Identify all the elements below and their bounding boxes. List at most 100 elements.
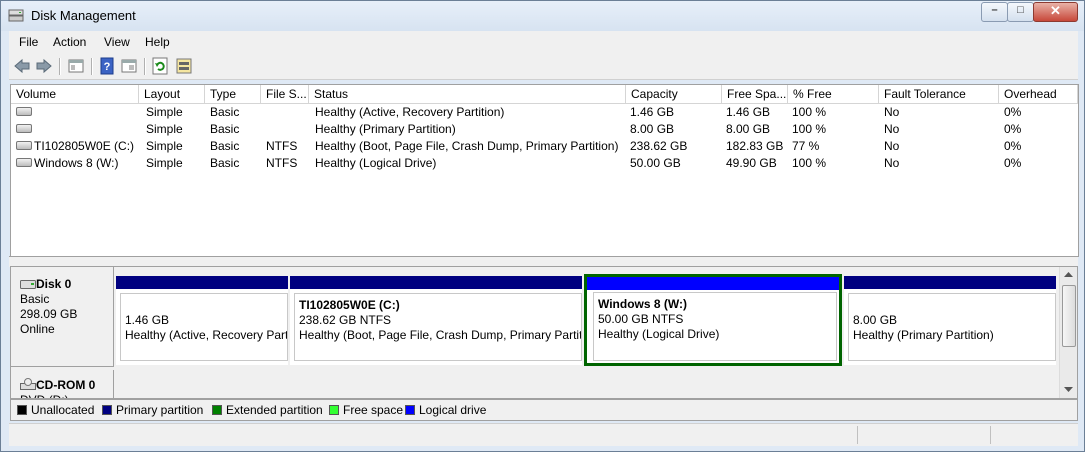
- volume-cell: TI102805W0E (C:): [11, 138, 139, 155]
- column-header-fault-tolerance[interactable]: Fault Tolerance: [879, 85, 999, 103]
- free-space-cell: 49.90 GB: [726, 156, 777, 170]
- disk-graphical-view: Disk 0 Basic 298.09 GB Online 1.46 GB He…: [10, 266, 1078, 399]
- menu-action[interactable]: Action: [53, 35, 86, 49]
- help-icon[interactable]: ?: [98, 57, 116, 75]
- cdrom-0-label[interactable]: CD-ROM 0 DVD (D:): [11, 370, 114, 398]
- legend-swatch: [405, 405, 415, 415]
- column-header-overhead[interactable]: Overhead: [999, 85, 1078, 103]
- legend-item: Logical drive: [405, 403, 486, 417]
- table-row[interactable]: Windows 8 (W:) Simple Basic NTFS Healthy…: [11, 155, 1078, 172]
- disk-view-scrollbar[interactable]: [1059, 267, 1077, 398]
- rescan-disks-icon[interactable]: [175, 57, 193, 75]
- percent-free-cell: 100 %: [792, 122, 827, 136]
- toolbar: ?: [9, 53, 1078, 80]
- column-header-type[interactable]: Type: [205, 85, 261, 103]
- volume-cell: [11, 121, 139, 138]
- fault-tolerance-cell: No: [884, 139, 900, 153]
- percent-free-cell: 100 %: [792, 105, 827, 119]
- table-row[interactable]: Simple Basic Healthy (Active, Recovery P…: [11, 104, 1078, 121]
- column-header-file-system[interactable]: File S...: [261, 85, 309, 103]
- table-row[interactable]: Simple Basic Healthy (Primary Partition)…: [11, 121, 1078, 138]
- console-tree-icon[interactable]: [67, 57, 85, 75]
- primary-partition-bar: [290, 276, 582, 289]
- forward-arrow-icon[interactable]: [35, 57, 53, 75]
- filesystem-cell: NTFS: [266, 139, 298, 153]
- layout-cell: Simple: [146, 122, 183, 136]
- column-header-volume[interactable]: Volume: [11, 85, 139, 103]
- fault-tolerance-cell: No: [884, 156, 900, 170]
- column-header-layout[interactable]: Layout: [139, 85, 205, 103]
- close-icon: ✕: [1050, 3, 1061, 18]
- fault-tolerance-cell: No: [884, 105, 900, 119]
- back-arrow-icon[interactable]: [13, 57, 31, 75]
- overhead-cell: 0%: [1004, 156, 1022, 170]
- drive-icon: [16, 124, 32, 134]
- legend: Unallocated Primary partition Extended p…: [10, 399, 1078, 421]
- legend-item: Primary partition: [102, 403, 203, 417]
- maximize-button[interactable]: □: [1007, 2, 1034, 22]
- volume-list: Volume Layout Type File S... Status Capa…: [10, 84, 1079, 257]
- partition-primary-8gb[interactable]: 8.00 GB Healthy (Primary Partition): [844, 276, 1056, 365]
- minimize-button[interactable]: –: [981, 2, 1008, 22]
- status-cell: Healthy (Primary Partition): [315, 122, 456, 136]
- type-cell: Basic: [210, 139, 240, 153]
- type-cell: Basic: [210, 105, 240, 119]
- drive-icon: [16, 141, 32, 151]
- scrollbar-thumb[interactable]: [1062, 285, 1076, 347]
- properties-icon[interactable]: [120, 57, 138, 75]
- menu-file[interactable]: File: [19, 35, 38, 49]
- free-space-cell: 182.83 GB: [726, 139, 784, 153]
- filesystem-cell: NTFS: [266, 156, 298, 170]
- capacity-cell: 238.62 GB: [630, 139, 688, 153]
- capacity-cell: 8.00 GB: [630, 122, 675, 136]
- type-cell: Basic: [210, 156, 240, 170]
- legend-swatch: [102, 405, 112, 415]
- table-row[interactable]: TI102805W0E (C:) Simple Basic NTFS Healt…: [11, 138, 1078, 155]
- volume-cell: [11, 104, 139, 121]
- capacity-cell: 50.00 GB: [630, 156, 681, 170]
- partition-status: Healthy (Primary Partition): [853, 328, 994, 342]
- title-bar[interactable]: Disk Management – □ ✕: [1, 1, 1084, 31]
- column-header-percent-free[interactable]: % Free: [788, 85, 879, 103]
- partition-status: Healthy (Logical Drive): [598, 327, 720, 341]
- capacity-cell: 1.46 GB: [630, 105, 675, 119]
- layout-cell: Simple: [146, 105, 183, 119]
- refresh-icon[interactable]: [151, 57, 169, 75]
- legend-item: Free space: [329, 403, 403, 417]
- column-header-capacity[interactable]: Capacity: [626, 85, 722, 103]
- partition-name: Windows 8 (W:): [598, 297, 687, 311]
- partition-w-drive[interactable]: Windows 8 (W:) 50.00 GB NTFS Healthy (Lo…: [584, 274, 842, 366]
- partition-status: Healthy (Active, Recovery Part: [125, 328, 288, 342]
- free-space-cell: 8.00 GB: [726, 122, 771, 136]
- hard-disk-icon: [20, 280, 36, 289]
- primary-partition-bar: [844, 276, 1056, 289]
- menu-help[interactable]: Help: [145, 35, 170, 49]
- disk-size: 298.09 GB: [20, 307, 78, 321]
- minimize-icon: –: [991, 4, 998, 16]
- column-header-status[interactable]: Status: [309, 85, 626, 103]
- scroll-up-icon[interactable]: [1064, 272, 1073, 277]
- window-title: Disk Management: [31, 8, 136, 23]
- partition-size: 8.00 GB: [853, 313, 898, 327]
- layout-cell: Simple: [146, 139, 183, 153]
- status-cell: Healthy (Active, Recovery Partition): [315, 105, 505, 119]
- legend-item: Extended partition: [212, 403, 323, 417]
- free-space-cell: 1.46 GB: [726, 105, 771, 119]
- disk-0-label[interactable]: Disk 0 Basic 298.09 GB Online: [11, 267, 114, 367]
- filesystem-cell: [261, 121, 309, 138]
- close-button[interactable]: ✕: [1033, 2, 1078, 22]
- maximize-icon: □: [1017, 4, 1024, 16]
- partition-status: Healthy (Boot, Page File, Crash Dump, Pr…: [299, 328, 582, 342]
- partition-recovery[interactable]: 1.46 GB Healthy (Active, Recovery Part: [116, 276, 288, 365]
- legend-swatch: [17, 405, 27, 415]
- scroll-down-icon[interactable]: [1064, 387, 1073, 392]
- legend-swatch: [212, 405, 222, 415]
- volume-cell: Windows 8 (W:): [11, 155, 139, 172]
- legend-swatch: [329, 405, 339, 415]
- status-cell: Healthy (Boot, Page File, Crash Dump, Pr…: [315, 139, 619, 153]
- column-header-free-space[interactable]: Free Spa...: [722, 85, 788, 103]
- partition-c-drive[interactable]: TI102805W0E (C:) 238.62 GB NTFS Healthy …: [290, 276, 582, 365]
- partition-name: TI102805W0E (C:): [299, 298, 400, 312]
- legend-item: Unallocated: [17, 403, 94, 417]
- menu-view[interactable]: View: [104, 35, 130, 49]
